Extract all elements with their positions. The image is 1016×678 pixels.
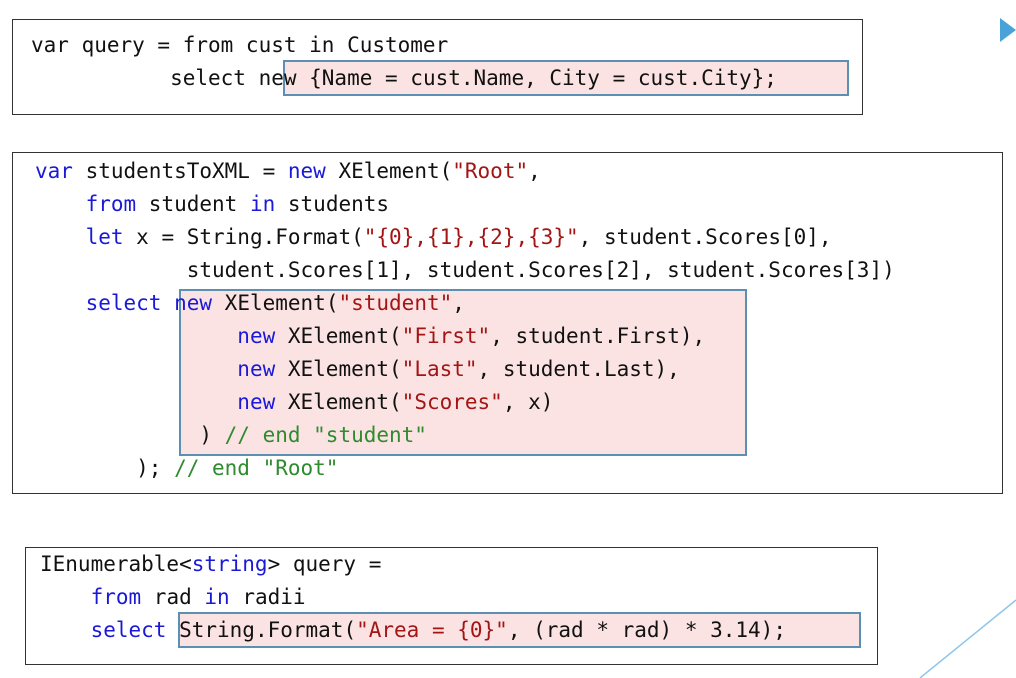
code-token: , student.Scores[0], — [578, 225, 832, 249]
code-token: String.Format( — [166, 618, 357, 642]
code-line: new XElement("Scores", x) — [35, 386, 553, 419]
string-literal: "Scores" — [401, 390, 503, 414]
code-token: select — [31, 66, 259, 90]
code-token: XElement( — [275, 390, 402, 414]
code-line: var studentsToXML = new XElement("Root", — [35, 155, 541, 188]
code-token: studentsToXML = — [72, 159, 288, 183]
code-token: student.Scores[1], student.Scores[2], st… — [35, 258, 895, 282]
string-literal: "student" — [338, 291, 453, 315]
code-line: select new XElement("student", — [35, 287, 465, 320]
code-token: , student.Last), — [477, 357, 680, 381]
code-line: var query = from cust in Customer — [31, 29, 448, 62]
code-comment: // end "student" — [224, 423, 427, 447]
code-token: radii — [229, 585, 306, 609]
code-token: , — [528, 159, 541, 183]
slide-arrow-decoration — [1000, 18, 1016, 42]
code-line: ); // end "Root" — [35, 452, 338, 485]
code-token: rad — [141, 585, 205, 609]
code-token: , (rad * rad) * 3.14); — [507, 618, 786, 642]
code-line: from rad in radii — [40, 581, 306, 614]
string-literal: "Last" — [401, 357, 478, 381]
code-line: select new {Name = cust.Name, City = cus… — [31, 62, 777, 95]
code-token: var query = from cust in Customer — [31, 33, 449, 57]
string-literal: "Root" — [452, 159, 529, 183]
keyword-token: new — [174, 291, 213, 315]
keyword-token: string — [191, 552, 268, 576]
keyword-token: select — [85, 291, 162, 315]
code-snippet-anonymous-type: var query = from cust in Customer select… — [12, 19, 863, 115]
code-token: IEnumerable< — [40, 552, 192, 576]
code-token: students — [275, 192, 390, 216]
code-comment: // end "Root" — [174, 456, 339, 480]
keyword-token: from — [85, 192, 137, 216]
keyword-token: var — [35, 159, 73, 183]
string-literal: "Area = {0}" — [356, 618, 508, 642]
code-snippet-xelement: var studentsToXML = new XElement("Root",… — [12, 152, 1003, 494]
code-token: XElement( — [275, 324, 402, 348]
code-token: XElement( — [275, 357, 402, 381]
keyword-token: in — [249, 192, 276, 216]
code-line: new XElement("Last", student.Last), — [35, 353, 680, 386]
code-token: student — [136, 192, 250, 216]
code-token: XElement( — [212, 291, 339, 315]
keyword-token: select — [90, 618, 167, 642]
code-token: > query = — [267, 552, 382, 576]
keyword-token: new — [237, 357, 276, 381]
keyword-token: new — [287, 159, 326, 183]
code-token: , x) — [502, 390, 554, 414]
keyword-token: new — [237, 390, 276, 414]
code-line: new XElement("First", student.First), — [35, 320, 705, 353]
keyword-token: from — [90, 585, 142, 609]
code-token: , student.First), — [490, 324, 706, 348]
code-line: student.Scores[1], student.Scores[2], st… — [35, 254, 895, 287]
keyword-token: new — [237, 324, 276, 348]
keyword-token: in — [204, 585, 230, 609]
code-token: XElement( — [325, 159, 453, 183]
code-token: ); — [35, 456, 175, 480]
code-line: let x = String.Format("{0},{1},{2},{3}",… — [35, 221, 832, 254]
code-line: IEnumerable<string> query = — [40, 548, 381, 581]
code-line: from student in students — [35, 188, 389, 221]
keyword-token: let — [85, 225, 124, 249]
code-token: , — [452, 291, 465, 315]
code-line: select String.Format("Area = {0}", (rad … — [40, 614, 786, 647]
string-literal: "First" — [401, 324, 491, 348]
string-literal: "{0},{1},{2},{3}" — [363, 225, 579, 249]
slide-line-decoration — [919, 599, 1016, 678]
code-token: ) — [35, 423, 225, 447]
code-snippet-string-format: IEnumerable<string> query = from rad in … — [25, 547, 878, 665]
code-token: new {Name = cust.Name, City = cust.City}… — [258, 66, 777, 90]
code-line: ) // end "student" — [35, 419, 427, 452]
code-token: x = String.Format( — [123, 225, 364, 249]
